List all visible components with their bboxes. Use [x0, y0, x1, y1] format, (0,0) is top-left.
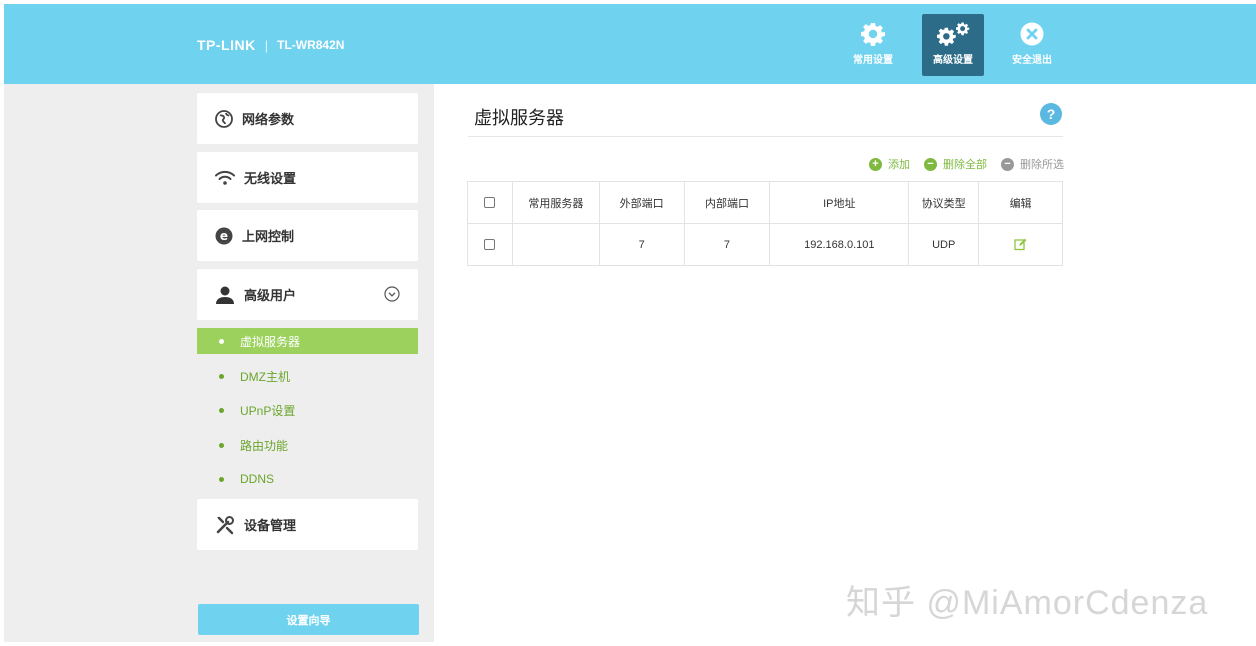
nav-common-label: 常用设置 [853, 55, 893, 66]
submenu-upnp[interactable]: UPnP设置 [197, 397, 418, 423]
column-header: 外部端口 [598, 181, 685, 224]
brand-logo: TP-LINK [197, 37, 256, 53]
nav-logout-label: 安全退出 [1012, 55, 1052, 66]
submenu-routing[interactable]: 路由功能 [197, 432, 418, 458]
cell-protocol: UDP [908, 223, 980, 266]
close-icon [1020, 22, 1044, 46]
row-checkbox[interactable] [484, 239, 496, 251]
help-icon[interactable]: ? [1040, 103, 1062, 125]
bullet-icon [219, 373, 224, 379]
sidebar-item-network[interactable]: 网络参数 [197, 93, 418, 144]
top-header: TP-LINK | TL-WR842N 常用设置 高级设置 安全退出 [4, 4, 1256, 84]
chevron-down-icon[interactable] [384, 286, 400, 302]
cell-internal-port: 7 [683, 223, 771, 266]
watermark: 知乎 @MiAmorCdenza [846, 584, 1209, 622]
svg-text:e: e [220, 229, 228, 243]
gears-icon [937, 22, 970, 46]
nav-advanced-label: 高级设置 [933, 55, 973, 66]
column-header: 内部端口 [683, 181, 771, 224]
cell-external-port: 7 [598, 223, 685, 266]
wifi-icon [215, 170, 235, 185]
sidebar-item-label: 网络参数 [242, 112, 295, 127]
gear-icon [861, 23, 885, 46]
table-header-row: 常用服务器 外部端口 内部端口 IP地址 协议类型 编辑 [467, 181, 1063, 224]
cell-edit [978, 223, 1063, 266]
sidebar-item-label: 高级用户 [244, 288, 297, 303]
add-label: 添加 [888, 159, 910, 171]
cell-service [511, 223, 600, 266]
bullet-icon [219, 476, 224, 482]
title-divider [468, 136, 1063, 137]
bullet-icon [219, 407, 224, 413]
minus-icon: − [924, 157, 937, 171]
sidebar-item-device-management[interactable]: 设备管理 [197, 499, 418, 550]
submenu-dmz-host[interactable]: DMZ主机 [197, 363, 418, 389]
user-icon [216, 286, 234, 304]
delete-all-button[interactable]: − 删除全部 [924, 156, 987, 172]
column-header: 常用服务器 [511, 181, 600, 224]
ie-icon: e [215, 227, 233, 244]
brand: TP-LINK | TL-WR842N [197, 37, 344, 53]
add-button[interactable]: + 添加 [869, 156, 910, 172]
nav-advanced-settings[interactable]: 高级设置 [922, 14, 984, 76]
row-select-cell [467, 223, 513, 266]
sidebar-item-label: 上网控制 [242, 229, 295, 244]
page-title: 虚拟服务器 [474, 108, 564, 128]
select-all-checkbox[interactable] [484, 197, 496, 209]
model-name: TL-WR842N [277, 38, 345, 52]
globe-icon [215, 109, 233, 128]
virtual-server-table: 常用服务器 外部端口 内部端口 IP地址 协议类型 编辑 7 7 192.168… [467, 181, 1063, 266]
sidebar: 网络参数 无线设置 e 上网控制 高级用户 虚拟服务器 DMZ主机 UPnP设置… [4, 84, 434, 642]
sidebar-item-wireless[interactable]: 无线设置 [197, 152, 418, 203]
submenu-ddns[interactable]: DDNS [197, 466, 418, 492]
nav-common-settings[interactable]: 常用设置 [842, 14, 904, 76]
nav-logout[interactable]: 安全退出 [1001, 14, 1063, 76]
sidebar-item-label: 无线设置 [244, 171, 297, 186]
submenu-label: UPnP设置 [240, 403, 296, 418]
delete-selected-button[interactable]: − 删除所选 [1001, 156, 1064, 172]
header-select-all [467, 181, 513, 224]
delete-all-label: 删除全部 [943, 159, 987, 171]
setup-wizard-button[interactable]: 设置向导 [198, 604, 419, 635]
bullet-icon [219, 442, 224, 448]
submenu-label: DMZ主机 [240, 369, 290, 384]
sidebar-item-label: 设备管理 [244, 518, 297, 533]
column-header: IP地址 [769, 181, 910, 224]
submenu-virtual-server[interactable]: 虚拟服务器 [197, 328, 418, 354]
minus-icon: − [1001, 157, 1014, 171]
sidebar-item-advanced-user[interactable]: 高级用户 [197, 269, 418, 320]
table-row: 7 7 192.168.0.101 UDP [467, 223, 1063, 266]
tools-icon [216, 515, 234, 534]
column-header: 编辑 [978, 181, 1063, 224]
edit-icon[interactable] [1014, 238, 1027, 251]
bullet-icon [219, 338, 224, 344]
plus-icon: + [869, 157, 882, 171]
submenu-label: DDNS [240, 472, 275, 486]
delete-selected-label: 删除所选 [1020, 159, 1064, 171]
cell-ip-address: 192.168.0.101 [769, 223, 910, 266]
submenu-label: 路由功能 [240, 438, 289, 453]
submenu-label: 虚拟服务器 [240, 334, 301, 349]
column-header: 协议类型 [908, 181, 980, 224]
brand-separator: | [264, 37, 269, 53]
sidebar-item-access-control[interactable]: e 上网控制 [197, 210, 418, 261]
